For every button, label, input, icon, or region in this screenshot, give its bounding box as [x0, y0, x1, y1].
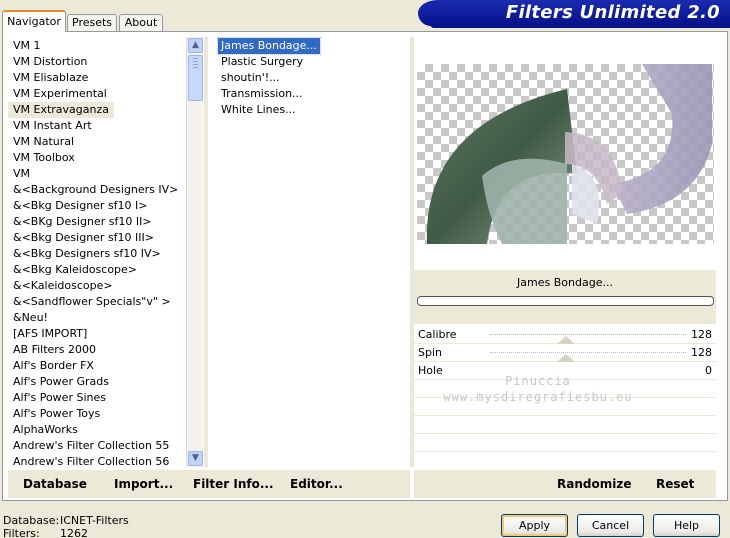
- banner-stripe: [430, 24, 730, 28]
- category-item[interactable]: &<Bkg Designer sf10 III>: [8, 230, 159, 246]
- category-item[interactable]: &<Bkg Designers sf10 IV>: [8, 246, 166, 262]
- preview-image: [417, 64, 714, 244]
- param-row-spin[interactable]: Spin 128: [414, 344, 716, 362]
- watermark-line: Pinuccia: [505, 374, 571, 388]
- effect-item[interactable]: Transmission...: [218, 86, 306, 102]
- effect-item[interactable]: James Bondage...: [217, 37, 321, 55]
- category-item[interactable]: VM Toolbox: [8, 150, 80, 166]
- tab-navigator[interactable]: Navigator: [2, 10, 66, 32]
- category-item[interactable]: VM Experimental: [8, 86, 112, 102]
- title-banner: Filters Unlimited 2.0: [418, 0, 730, 26]
- category-item[interactable]: VM: [8, 166, 35, 182]
- filter-info-button[interactable]: Filter Info...: [193, 477, 274, 491]
- category-item[interactable]: [AFS IMPORT]: [8, 326, 92, 342]
- preview-graphic: [426, 64, 712, 244]
- category-item[interactable]: Andrew's Filter Collection 56: [8, 454, 174, 467]
- editor-button[interactable]: Editor...: [290, 477, 343, 491]
- param-value: 0: [705, 364, 712, 377]
- category-item[interactable]: AlphaWorks: [8, 422, 83, 438]
- filters-label: Filters:: [3, 527, 40, 538]
- current-filter-name: James Bondage...: [517, 276, 613, 289]
- database-button[interactable]: Database: [23, 477, 87, 491]
- category-item[interactable]: Alf's Power Grads: [8, 374, 114, 390]
- category-item[interactable]: &Neu!: [8, 310, 53, 326]
- category-item[interactable]: VM 1: [8, 38, 46, 54]
- effect-item[interactable]: shoutin'!...: [218, 70, 283, 86]
- randomize-button[interactable]: Randomize: [557, 477, 631, 491]
- category-scrollbar[interactable]: ▲ ▼: [186, 37, 203, 467]
- category-item[interactable]: VM Natural: [8, 134, 79, 150]
- scroll-up-icon[interactable]: ▲: [188, 38, 203, 53]
- param-label: Calibre: [418, 328, 457, 341]
- banner-title: Filters Unlimited 2.0: [505, 2, 720, 23]
- category-item[interactable]: VM Instant Art: [8, 118, 97, 134]
- effect-item[interactable]: Plastic Surgery: [218, 54, 306, 70]
- slider-track[interactable]: [490, 352, 686, 353]
- watermark: Pinuccia www.mysdiregrafiesbu.eu: [438, 373, 638, 405]
- slider-thumb[interactable]: [557, 354, 575, 362]
- param-row-empty: [414, 434, 716, 452]
- category-item[interactable]: &<BKg Designer sf10 II>: [8, 214, 157, 230]
- watermark-line: www.mysdiregrafiesbu.eu: [443, 390, 633, 404]
- category-item[interactable]: &<Sandflower Specials"v" >: [8, 294, 176, 310]
- category-item[interactable]: &<Background Designers IV>: [8, 182, 183, 198]
- category-item[interactable]: Alf's Power Toys: [8, 406, 105, 422]
- scroll-down-icon[interactable]: ▼: [188, 451, 203, 466]
- category-item[interactable]: VM Extravaganza: [8, 102, 115, 118]
- import-button[interactable]: Import...: [114, 477, 173, 491]
- filters-count: 1262: [60, 527, 88, 538]
- category-list[interactable]: VM 1 VM Distortion VM Elisablaze VM Experim…: [8, 37, 204, 467]
- progress-bar: [417, 296, 714, 306]
- category-item[interactable]: Andrew's Filter Collection 55: [8, 438, 174, 454]
- category-item[interactable]: VM Distortion: [8, 54, 92, 70]
- effect-item[interactable]: White Lines...: [218, 102, 299, 118]
- help-button[interactable]: Help: [653, 514, 720, 537]
- apply-button[interactable]: Apply: [501, 514, 568, 537]
- category-item[interactable]: Alf's Border FX: [8, 358, 99, 374]
- param-row-calibre[interactable]: Calibre 128: [414, 326, 716, 344]
- category-item[interactable]: &<Kaleidoscope>: [8, 278, 118, 294]
- slider-thumb[interactable]: [557, 336, 575, 344]
- tab-presets[interactable]: Presets: [67, 14, 117, 32]
- tab-about[interactable]: About: [119, 14, 163, 32]
- category-item[interactable]: AB Filters 2000: [8, 342, 101, 358]
- cancel-button[interactable]: Cancel: [577, 514, 644, 537]
- param-value: 128: [691, 346, 712, 359]
- slider-track[interactable]: [490, 334, 686, 335]
- param-value: 128: [691, 328, 712, 341]
- category-item[interactable]: &<Bkg Kaleidoscope>: [8, 262, 142, 278]
- list-splitter[interactable]: [204, 37, 208, 467]
- param-label: Spin: [418, 346, 442, 359]
- category-item[interactable]: Alf's Power Sines: [8, 390, 111, 406]
- database-label: Database:: [3, 514, 60, 527]
- effect-list[interactable]: James Bondage... Plastic Surgery shoutin'!…: [217, 37, 410, 467]
- reset-button[interactable]: Reset: [656, 477, 694, 491]
- category-item[interactable]: VM Elisablaze: [8, 70, 93, 86]
- param-row-empty: [414, 416, 716, 434]
- category-item[interactable]: &<Bkg Designer sf10 I>: [8, 198, 153, 214]
- database-value: ICNET-Filters: [60, 514, 129, 527]
- scroll-thumb[interactable]: [188, 55, 203, 101]
